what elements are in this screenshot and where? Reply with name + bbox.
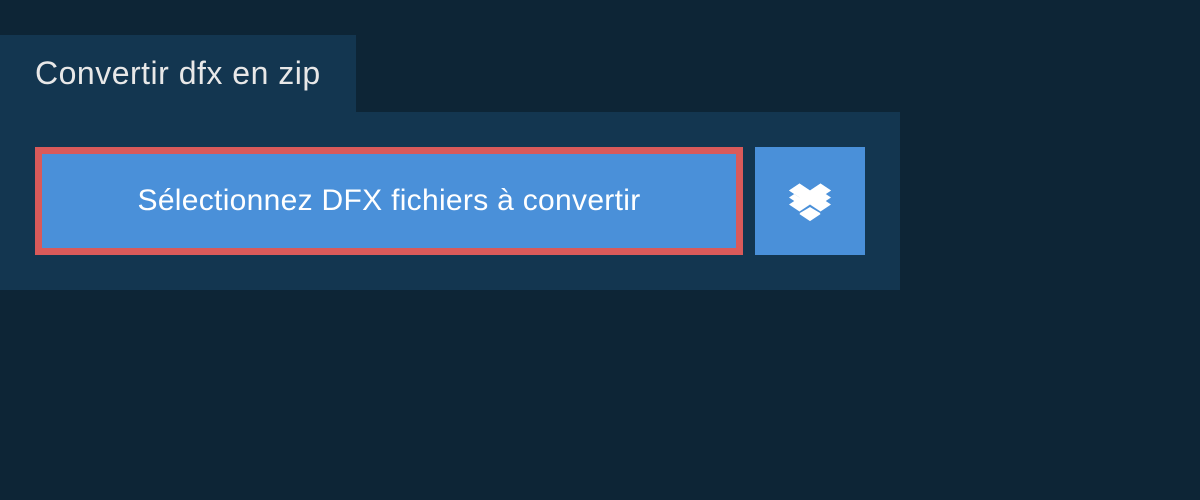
dropbox-icon xyxy=(789,180,831,222)
select-files-button[interactable]: Sélectionnez DFX fichiers à convertir xyxy=(35,147,743,255)
button-row: Sélectionnez DFX fichiers à convertir xyxy=(35,147,865,255)
upload-panel: Sélectionnez DFX fichiers à convertir xyxy=(0,112,900,290)
dropbox-button[interactable] xyxy=(755,147,865,255)
tab-convert[interactable]: Convertir dfx en zip xyxy=(0,35,356,112)
